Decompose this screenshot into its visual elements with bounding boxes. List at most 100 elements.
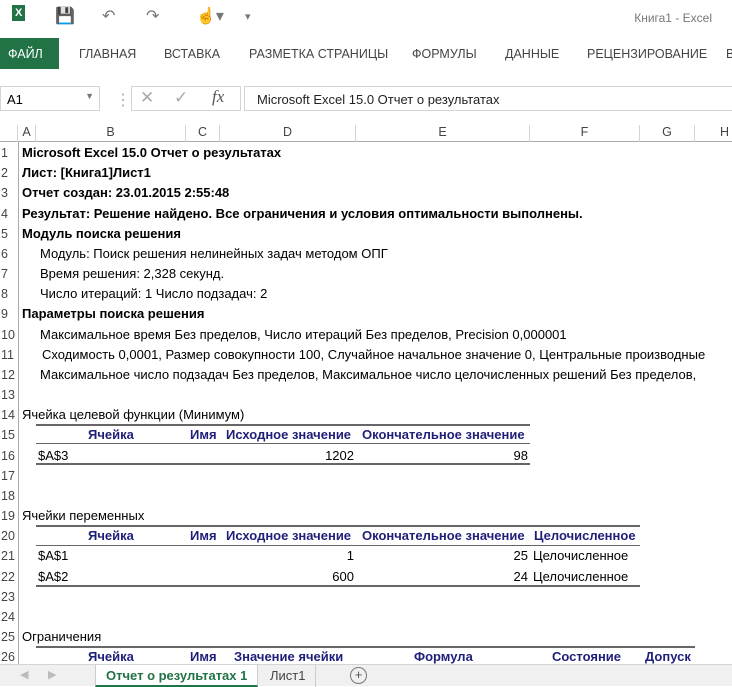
ribbon-tabs: ФАЙЛ ГЛАВНАЯ ВСТАВКА РАЗМЕТКА СТРАНИЦЫ Ф… xyxy=(0,38,732,70)
scroll-left-icon[interactable]: ◀ xyxy=(20,668,28,681)
window-title: Книга1 - Excel xyxy=(634,11,712,25)
table-cell: Целочисленное xyxy=(533,548,629,564)
row-header[interactable]: 21 xyxy=(1,549,19,563)
enter-icon[interactable]: ✓ xyxy=(174,88,188,108)
tab-home[interactable]: ГЛАВНАЯ xyxy=(79,47,136,61)
row-header[interactable]: 23 xyxy=(1,590,19,604)
column-header[interactable]: D xyxy=(220,125,356,142)
table-header: Имя xyxy=(190,649,217,665)
table-cell: 600 xyxy=(332,568,354,584)
row-header[interactable]: 25 xyxy=(1,630,19,644)
sheet-tab-report[interactable]: Отчет о результатах 1 xyxy=(95,665,259,687)
column-header[interactable]: E xyxy=(356,125,530,142)
solver-options-heading: Параметры поиска решения xyxy=(22,306,205,322)
table-header: Целочисленное xyxy=(534,528,636,544)
row-header[interactable]: 22 xyxy=(1,570,19,584)
solver-options-1: Максимальное время Без пределов, Число и… xyxy=(40,326,567,342)
row-header[interactable]: 3 xyxy=(1,186,19,200)
insert-function-icon[interactable]: fx xyxy=(212,87,224,107)
table-header: Ячейка xyxy=(88,528,134,544)
table-cell: 24 xyxy=(513,568,528,584)
table-header: Исходное значение xyxy=(226,427,352,443)
table-header: Имя xyxy=(190,427,217,443)
row-header[interactable]: 13 xyxy=(1,388,19,402)
tab-view[interactable]: В xyxy=(726,47,732,61)
scroll-right-icon[interactable]: ▶ xyxy=(48,668,56,681)
row-header[interactable]: 24 xyxy=(1,610,19,624)
add-sheet-button[interactable]: + xyxy=(350,667,367,684)
tab-review[interactable]: РЕЦЕНЗИРОВАНИЕ xyxy=(587,47,707,61)
tab-data[interactable]: ДАННЫЕ xyxy=(505,47,559,61)
column-header[interactable]: F xyxy=(530,125,640,142)
table-header: Допуск xyxy=(645,649,691,665)
column-header[interactable]: B xyxy=(36,125,186,142)
sheet-tab-sheet1[interactable]: Лист1 xyxy=(260,665,317,687)
table-border xyxy=(36,646,695,648)
iterations: Число итераций: 1 Число подзадач: 2 xyxy=(40,286,268,302)
objective-heading: Ячейка целевой функции (Минимум) xyxy=(22,407,245,423)
solver-engine-heading: Модуль поиска решения xyxy=(22,225,181,241)
row-header[interactable]: 8 xyxy=(1,287,19,301)
table-border xyxy=(36,463,530,465)
customize-qat-icon[interactable]: ▾ xyxy=(245,10,251,23)
solver-options-3: Максимальное число подзадач Без пределов… xyxy=(40,366,697,382)
tab-page-layout[interactable]: РАЗМЕТКА СТРАНИЦЫ xyxy=(249,47,388,61)
row-header[interactable]: 26 xyxy=(1,650,19,664)
row-header[interactable]: 2 xyxy=(1,166,19,180)
save-icon[interactable]: 💾 xyxy=(55,6,75,26)
table-cell: $A$1 xyxy=(38,548,69,564)
row-header[interactable]: 17 xyxy=(1,469,19,483)
constraints-heading: Ограничения xyxy=(22,629,102,645)
column-header[interactable]: G xyxy=(640,125,695,142)
row-header[interactable]: 18 xyxy=(1,489,19,503)
table-border xyxy=(36,545,640,546)
column-header[interactable]: C xyxy=(186,125,220,142)
row-header[interactable]: 4 xyxy=(1,207,19,221)
table-border xyxy=(36,424,530,426)
touch-mode-icon[interactable]: ☝▾ xyxy=(196,6,224,26)
undo-icon[interactable]: ↶ xyxy=(102,6,115,26)
sheet-tabs-bar: ◀ ▶ Отчет о результатах 1 Лист1 + xyxy=(0,664,732,687)
row-header[interactable]: 6 xyxy=(1,247,19,261)
row-header[interactable]: 19 xyxy=(1,509,19,523)
name-box-value: A1 xyxy=(7,92,23,107)
row-header[interactable]: 15 xyxy=(1,428,19,442)
name-box[interactable]: A1 ▼ xyxy=(0,86,100,111)
row-header-border xyxy=(18,142,19,664)
formula-bar: A1 ▼ ⋮ ✕ ✓ fx Microsoft Excel 15.0 Отчет … xyxy=(0,86,732,112)
redo-icon[interactable]: ↷ xyxy=(146,6,159,26)
row-header[interactable]: 12 xyxy=(1,368,19,382)
chevron-down-icon[interactable]: ▼ xyxy=(85,91,94,101)
row-header[interactable]: 5 xyxy=(1,227,19,241)
table-header: Окончательное значение xyxy=(362,528,525,544)
row-header[interactable]: 20 xyxy=(1,529,19,543)
column-header[interactable]: H xyxy=(695,125,732,142)
tab-formulas[interactable]: ФОРМУЛЫ xyxy=(412,47,477,61)
quick-access-toolbar: X 💾 ↶ ↷ ☝▾ ▾ Книга1 - Excel xyxy=(0,0,732,36)
row-header[interactable]: 7 xyxy=(1,267,19,281)
row-header[interactable]: 10 xyxy=(1,328,19,342)
report-result: Результат: Решение найдено. Все ограниче… xyxy=(22,205,583,221)
table-cell: 98 xyxy=(513,447,528,463)
table-header: Исходное значение xyxy=(226,528,352,544)
report-created: Отчет создан: 23.01.2015 2:55:48 xyxy=(22,185,230,201)
table-border xyxy=(36,525,640,527)
solver-engine: Модуль: Поиск решения нелинейных задач м… xyxy=(40,245,388,261)
excel-logo-icon: X xyxy=(12,5,26,21)
tab-file[interactable]: ФАЙЛ xyxy=(0,38,59,69)
cancel-icon[interactable]: ✕ xyxy=(140,88,154,108)
select-all-button[interactable] xyxy=(0,125,18,142)
tab-insert[interactable]: ВСТАВКА xyxy=(164,47,220,61)
formula-input[interactable]: Microsoft Excel 15.0 Отчет о результатах xyxy=(244,86,732,111)
column-header[interactable]: A xyxy=(18,125,36,142)
table-header: Формула xyxy=(414,649,473,665)
row-header[interactable]: 11 xyxy=(1,348,19,362)
row-header[interactable]: 16 xyxy=(1,449,19,463)
row-header[interactable]: 1 xyxy=(1,146,19,160)
row-header[interactable]: 9 xyxy=(1,307,19,321)
table-border xyxy=(36,443,530,444)
table-cell: 1 xyxy=(346,548,354,564)
table-cell: 25 xyxy=(513,548,528,564)
row-header[interactable]: 14 xyxy=(1,408,19,422)
formula-buttons: ✕ ✓ fx xyxy=(131,86,241,111)
